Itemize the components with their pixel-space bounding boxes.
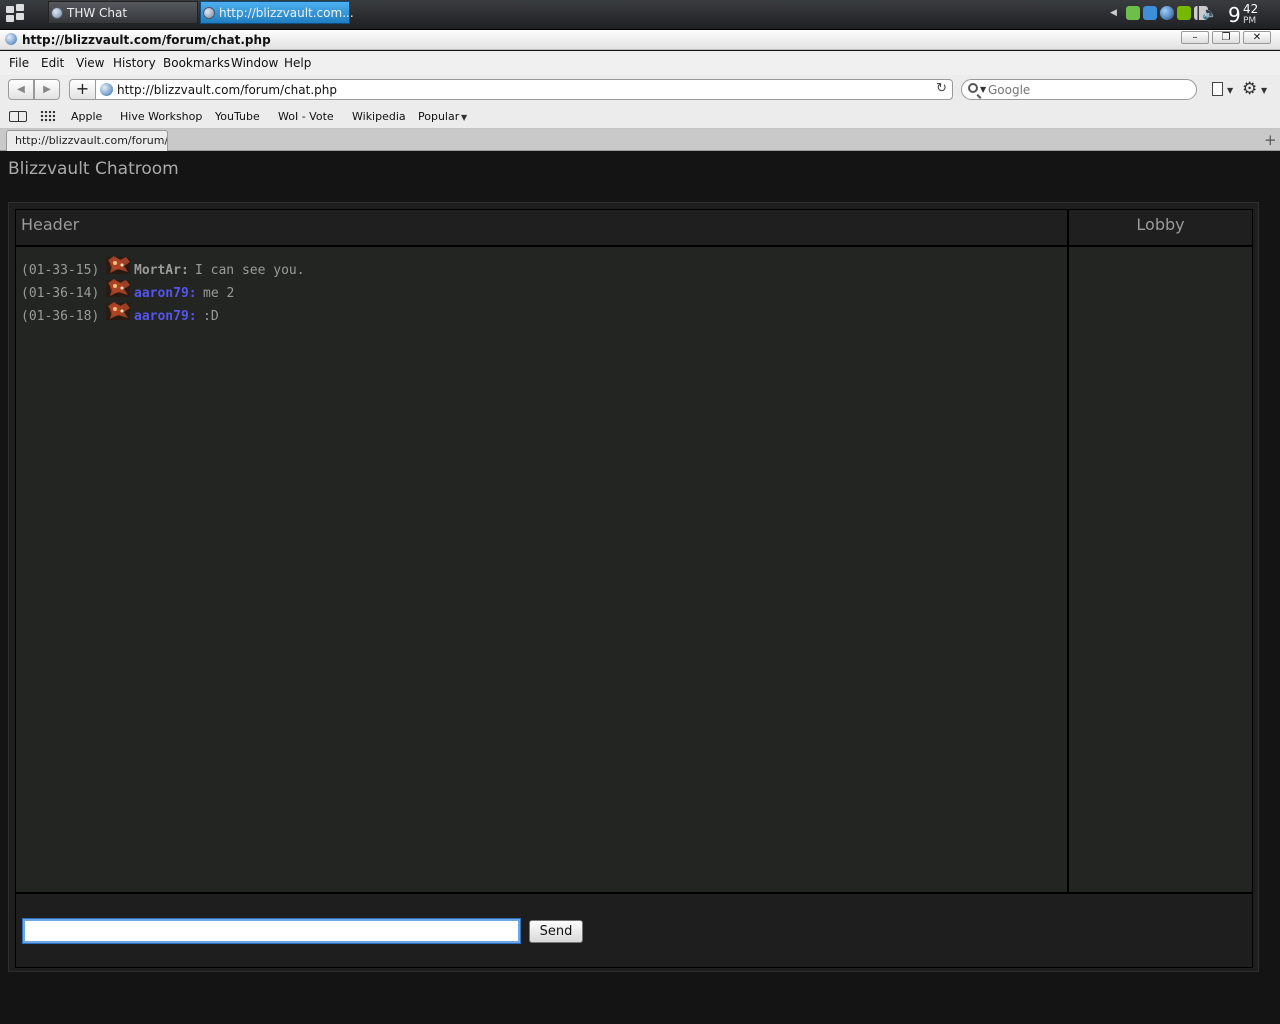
- forward-button[interactable]: ▶: [34, 79, 60, 100]
- user-avatar-icon: [104, 300, 132, 322]
- menu-edit[interactable]: Edit: [41, 56, 64, 70]
- forward-arrow-icon: ▶: [43, 84, 51, 95]
- nvidia-icon[interactable]: [1177, 6, 1191, 20]
- search-icon[interactable]: [968, 83, 978, 93]
- taskbar-button-label: THW Chat: [67, 6, 128, 20]
- window-titlebar: http://blizzvault.com/forum/chat.php – ❐…: [0, 30, 1280, 50]
- address-bar[interactable]: ↻: [95, 79, 953, 100]
- top-sites-grid-icon[interactable]: [40, 110, 55, 123]
- menu-history[interactable]: History: [113, 56, 156, 70]
- back-arrow-icon: ◀: [17, 84, 25, 95]
- message-username-link[interactable]: aaron79:: [134, 309, 197, 324]
- message-username-link[interactable]: aaron79:: [134, 286, 197, 301]
- globe-status-icon[interactable]: [1160, 6, 1174, 20]
- browser-globe-icon: [5, 33, 17, 45]
- bookmark-woi-vote[interactable]: WoI - Vote: [278, 110, 334, 123]
- bookmark-apple[interactable]: Apple: [71, 110, 102, 123]
- message-list[interactable]: (01-33-15) MortAr: I can see you. (01-36-14…: [15, 246, 1068, 893]
- taskbar-button-label: http://blizzvault.com...: [219, 6, 354, 20]
- message-text: :D: [203, 309, 219, 324]
- tab-bar: http://blizzvault.com/forum/... +: [0, 129, 1280, 151]
- gear-menu-caret-icon[interactable]: ▼: [1261, 86, 1267, 95]
- clock-hour: 9: [1228, 3, 1241, 27]
- lobby-header-label: Lobby: [1136, 215, 1185, 234]
- taskbar: THW Chat http://blizzvault.com... ◀ 🔈 9 …: [0, 0, 1280, 30]
- taskbar-button-blizzvault[interactable]: http://blizzvault.com...: [200, 1, 354, 24]
- menu-bar: File Edit View History Bookmarks Window …: [0, 51, 1280, 75]
- bookmark-hive-workshop[interactable]: Hive Workshop: [120, 110, 202, 123]
- menu-help[interactable]: Help: [284, 56, 311, 70]
- search-input[interactable]: [988, 81, 1188, 98]
- start-menu-windows-icon[interactable]: [6, 4, 30, 26]
- page-content: Blizzvault Chatroom Header Lobby (01-33-…: [0, 151, 1280, 1024]
- add-bookmark-button[interactable]: +: [69, 79, 95, 100]
- page-menu-caret-icon[interactable]: ▼: [1227, 86, 1233, 95]
- user-avatar-icon: [104, 277, 132, 299]
- clock-minutes: 42: [1243, 2, 1259, 16]
- message-username-link[interactable]: MortAr:: [134, 263, 189, 278]
- message-text: me 2: [203, 286, 235, 301]
- menu-window[interactable]: Window: [231, 56, 278, 70]
- menu-file[interactable]: File: [9, 56, 29, 70]
- browser-globe-icon: [51, 7, 63, 19]
- restore-icon[interactable]: ❐: [1212, 31, 1240, 44]
- message-text: I can see you.: [195, 263, 305, 278]
- bookmark-popular-folder[interactable]: Popular: [418, 110, 459, 123]
- message-timestamp: (01-36-14): [21, 286, 100, 301]
- menu-bookmarks[interactable]: Bookmarks: [163, 56, 230, 70]
- message-timestamp: (01-33-15): [21, 263, 100, 278]
- url-input[interactable]: [117, 81, 917, 98]
- lobby-header: Lobby: [1068, 209, 1253, 246]
- network-icon[interactable]: [1143, 6, 1157, 20]
- close-icon[interactable]: ✕: [1243, 31, 1271, 44]
- site-globe-icon: [100, 83, 113, 96]
- bookmark-youtube[interactable]: YouTube: [215, 110, 260, 123]
- send-button[interactable]: Send: [529, 920, 583, 943]
- tab-blizzvault-chat[interactable]: http://blizzvault.com/forum/...: [6, 130, 168, 151]
- bookmarks-bar: Apple Hive Workshop YouTube WoI - Vote W…: [0, 105, 1280, 129]
- gear-icon[interactable]: ⚙: [1242, 79, 1257, 99]
- chat-header: Header: [15, 209, 1068, 246]
- minimize-icon[interactable]: –: [1181, 31, 1209, 44]
- window-title: http://blizzvault.com/forum/chat.php: [22, 33, 271, 47]
- tray-expand-arrow-icon[interactable]: ◀: [1110, 8, 1118, 18]
- chat-message-input[interactable]: [22, 918, 521, 944]
- page-menu-icon[interactable]: [1212, 82, 1223, 96]
- menu-view[interactable]: View: [76, 56, 104, 70]
- security-shield-icon[interactable]: [1126, 6, 1140, 20]
- chatroom-panel: Header Lobby (01-33-15) MortAr: I can see …: [8, 202, 1259, 972]
- taskbar-button-thw-chat[interactable]: THW Chat: [48, 1, 198, 24]
- browser-globe-icon: [203, 7, 215, 19]
- user-avatar-icon: [104, 254, 132, 276]
- lobby-user-list[interactable]: [1068, 246, 1253, 893]
- navigation-toolbar: ◀ ▶ + ↻ ▼ ▼ ⚙ ▼: [0, 75, 1280, 105]
- show-bookmarks-book-icon[interactable]: [9, 111, 27, 122]
- page-title: Blizzvault Chatroom: [8, 159, 179, 179]
- clock-ampm: PM: [1243, 16, 1257, 26]
- new-tab-plus-icon[interactable]: +: [1264, 131, 1277, 149]
- back-button[interactable]: ◀: [8, 79, 34, 100]
- bookmark-wikipedia[interactable]: Wikipedia: [352, 110, 406, 123]
- message-composer: Send: [15, 893, 1253, 968]
- popular-dropdown-icon[interactable]: ▼: [461, 113, 467, 122]
- message-timestamp: (01-36-18): [21, 309, 100, 324]
- volume-speaker-icon[interactable]: 🔈: [1202, 6, 1217, 20]
- chat-header-label: Header: [21, 215, 80, 234]
- search-box[interactable]: ▼: [961, 79, 1197, 100]
- reload-icon[interactable]: ↻: [936, 81, 947, 96]
- search-dropdown-icon[interactable]: ▼: [980, 85, 986, 94]
